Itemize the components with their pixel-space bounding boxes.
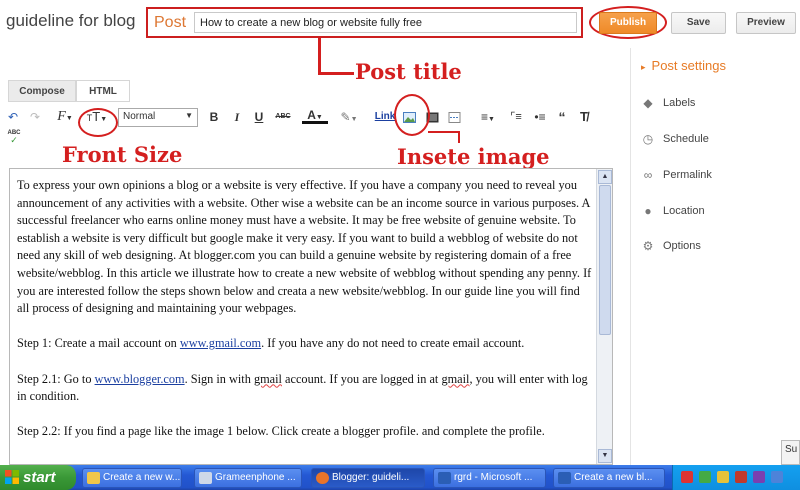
taskbar-item[interactable]: Grameenphone ... xyxy=(194,468,302,488)
settings-item-schedule[interactable]: ◷ Schedule xyxy=(641,132,709,146)
body-paragraph: Step 2.1: Go to www.blogger.com. Sign in… xyxy=(17,371,588,404)
bulleted-list-button[interactable]: •≡ xyxy=(532,108,548,126)
location-pin-icon: ● xyxy=(644,204,652,218)
annotation-line xyxy=(318,38,321,75)
tray-app-icon[interactable] xyxy=(681,471,693,483)
start-button[interactable]: start xyxy=(0,465,76,490)
text-color-button[interactable]: A▼ xyxy=(302,108,328,124)
gmail-link[interactable]: www.gmail.com xyxy=(180,336,261,350)
tray-app-icon[interactable] xyxy=(735,471,747,483)
quote-button[interactable]: “ xyxy=(555,108,569,126)
folder-icon xyxy=(87,472,100,484)
gear-icon: ⚙ xyxy=(642,239,654,253)
link-icon: ∞ xyxy=(643,168,653,182)
font-size-highlight-ring xyxy=(78,108,118,137)
annotation-post-title: Post title xyxy=(355,59,462,84)
tab-html[interactable]: HTML xyxy=(76,80,130,102)
undo-icon[interactable]: ↶ xyxy=(6,108,20,126)
tray-app-icon[interactable] xyxy=(753,471,765,483)
blogger-editor-screen: guideline for blog Post Publish Save Pre… xyxy=(0,0,800,490)
format-select[interactable]: Normal ▼ xyxy=(118,108,198,127)
settings-item-location[interactable]: ● Location xyxy=(641,204,704,218)
insert-jump-break-icon[interactable] xyxy=(448,112,461,123)
numbered-list-button[interactable]: ⌜≡ xyxy=(508,108,524,126)
blogger-link[interactable]: www.blogger.com xyxy=(95,372,185,386)
underline-button[interactable]: U xyxy=(252,108,266,126)
post-title-input[interactable] xyxy=(194,12,577,33)
settings-item-labels[interactable]: ◆ Labels xyxy=(641,96,695,110)
chevron-down-icon: ▼ xyxy=(185,111,193,120)
body-paragraph: To express your own opinions a blog or a… xyxy=(17,178,592,316)
insert-image-highlight-ring xyxy=(394,94,430,136)
post-settings-heading[interactable]: ▸ Post settings xyxy=(641,58,726,73)
spellcheck-button[interactable]: ABC ✓ xyxy=(6,130,22,148)
publish-button[interactable]: Publish xyxy=(599,12,657,34)
bold-button[interactable]: B xyxy=(207,108,221,126)
blog-name[interactable]: guideline for blog xyxy=(6,11,135,31)
preview-button[interactable]: Preview xyxy=(736,12,796,34)
tray-app-icon[interactable] xyxy=(717,471,729,483)
word-icon xyxy=(438,472,451,484)
tray-app-icon[interactable] xyxy=(771,471,783,483)
editor-scrollbar[interactable]: ▲ ▼ xyxy=(596,169,612,464)
window-icon xyxy=(199,472,212,484)
word-icon xyxy=(558,472,571,484)
remove-formatting-button[interactable]: T̸ xyxy=(576,108,592,126)
scroll-up-icon[interactable]: ▲ xyxy=(598,170,612,184)
caret-right-icon: ▸ xyxy=(641,62,646,72)
system-tray xyxy=(672,465,800,490)
tag-icon: ◆ xyxy=(643,96,653,110)
windows-taskbar: start Create a new w... Grameenphone ...… xyxy=(0,465,800,490)
tray-app-icon[interactable] xyxy=(699,471,711,483)
post-settings-panel: ▸ Post settings ◆ Labels ◷ Schedule ∞ Permal… xyxy=(630,48,800,465)
font-family-button[interactable]: F▼ xyxy=(56,108,74,126)
strikethrough-button[interactable]: ABC xyxy=(273,108,293,126)
annotation-font-size: Front Size xyxy=(62,142,183,167)
post-body-text[interactable]: To express your own opinions a blog or a… xyxy=(17,177,592,459)
scroll-down-icon[interactable]: ▼ xyxy=(598,449,612,463)
settings-item-options[interactable]: ⚙ Options xyxy=(641,239,701,253)
redo-icon[interactable]: ↷ xyxy=(28,108,42,126)
taskbar-item-active[interactable]: Blogger: guideli... xyxy=(311,468,425,488)
taskbar-item[interactable]: rgrd - Microsoft ... xyxy=(433,468,546,488)
italic-button[interactable]: I xyxy=(230,108,244,126)
firefox-icon xyxy=(316,472,329,484)
annotation-line xyxy=(318,72,354,75)
save-button[interactable]: Save xyxy=(671,12,726,34)
highlight-color-button[interactable]: ✎▼ xyxy=(336,108,362,126)
post-body-editor[interactable]: To express your own opinions a blog or a… xyxy=(9,168,613,465)
settings-item-permalink[interactable]: ∞ Permalink xyxy=(641,168,712,182)
tab-compose[interactable]: Compose xyxy=(8,80,76,102)
post-title-area: Post xyxy=(146,7,583,38)
clock-icon: ◷ xyxy=(642,132,654,146)
body-paragraph: Step 2.2: If you find a page like the im… xyxy=(17,424,545,439)
align-button[interactable]: ≡▼ xyxy=(476,108,500,126)
post-label: Post xyxy=(154,14,187,31)
annotation-line xyxy=(458,133,460,143)
taskbar-item[interactable]: Create a new bl... xyxy=(553,468,665,488)
windows-logo-icon xyxy=(5,470,19,484)
body-paragraph: Step 1: Create a mail account on www.gma… xyxy=(17,336,525,351)
taskbar-item[interactable]: Create a new w... xyxy=(82,468,182,488)
annotation-insert-image: Insete image xyxy=(397,144,550,169)
annotation-line xyxy=(428,131,460,133)
partial-popup[interactable]: Su xyxy=(781,440,800,465)
scroll-thumb[interactable] xyxy=(599,185,611,335)
